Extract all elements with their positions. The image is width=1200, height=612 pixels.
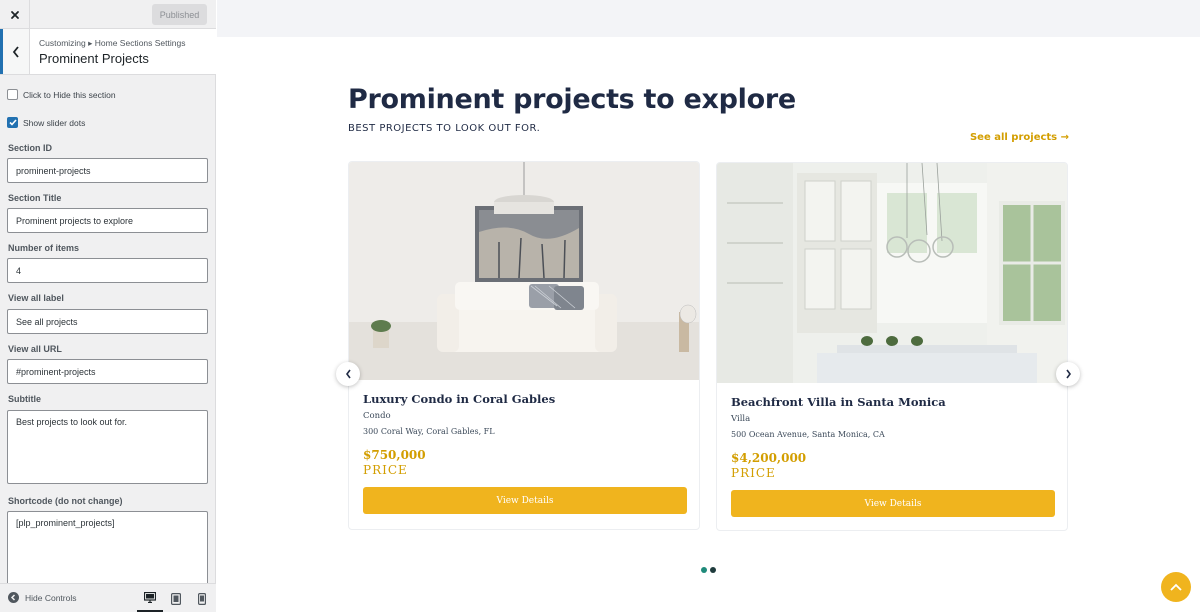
shortcode-textarea[interactable]: [plp_prominent_projects]	[7, 511, 208, 583]
project-image-kitchen	[717, 163, 1067, 383]
section-title-input[interactable]: Prominent projects to explore	[7, 208, 208, 233]
view-details-button[interactable]: View Details	[731, 490, 1055, 517]
project-type: Villa	[731, 414, 751, 424]
hide-section-checkbox[interactable]	[7, 89, 18, 100]
mobile-icon	[198, 592, 206, 605]
desktop-icon	[144, 591, 156, 603]
customizer-topbar: Published	[0, 0, 216, 29]
slider-dot-active[interactable]	[710, 567, 716, 573]
device-mobile-button[interactable]	[189, 584, 215, 612]
view-all-label-label: View all label	[8, 293, 64, 303]
device-tablet-button[interactable]	[163, 584, 189, 612]
slider-dot[interactable]	[701, 567, 707, 573]
project-price: $4,200,000	[731, 451, 807, 465]
section-id-label: Section ID	[8, 143, 53, 153]
preview-header-band	[217, 0, 1200, 37]
number-items-input[interactable]: 4	[7, 258, 208, 283]
project-type: Condo	[363, 411, 391, 421]
close-icon	[10, 10, 19, 19]
slider-dots-label: Show slider dots	[23, 117, 86, 128]
slider-next-button[interactable]	[1056, 362, 1080, 386]
panel-title: Prominent Projects	[39, 51, 149, 66]
section-subtitle: BEST PROJECTS TO LOOK OUT FOR.	[348, 123, 541, 134]
customizer-footer: Hide Controls	[0, 583, 216, 612]
project-name[interactable]: Luxury Condo in Coral Gables	[363, 392, 555, 406]
project-image-living-room	[349, 162, 699, 380]
section-id-input[interactable]: prominent-projects	[7, 158, 208, 183]
subtitle-label: Subtitle	[8, 394, 41, 404]
chevron-left-icon	[345, 369, 351, 379]
chevron-left-icon	[12, 45, 19, 58]
hide-section-label: Click to Hide this section	[23, 89, 116, 100]
price-label: PRICE	[731, 466, 776, 480]
breadcrumb: Customizing ▸ Home Sections Settings	[39, 38, 186, 48]
project-address: 500 Ocean Avenue, Santa Monica, CA	[731, 430, 885, 439]
project-price: $750,000	[363, 448, 426, 462]
customizer-app: Published Customizing ▸ Home Sections Se…	[0, 0, 1200, 612]
subtitle-textarea[interactable]: Best projects to look out for.	[7, 410, 208, 484]
view-details-button[interactable]: View Details	[363, 487, 687, 514]
see-all-projects-link[interactable]: See all projects →	[970, 132, 1069, 143]
publish-button[interactable]: Published	[152, 4, 207, 25]
price-label: PRICE	[363, 463, 408, 477]
section-title-label: Section Title	[8, 193, 62, 203]
close-customizer-button[interactable]	[0, 0, 30, 29]
slider-dots-control[interactable]: Show slider dots	[7, 117, 85, 128]
project-card: Beachfront Villa in Santa Monica Villa 5…	[716, 162, 1068, 531]
site-preview: Prominent projects to explore BEST PROJE…	[217, 0, 1200, 612]
slider-dots	[701, 567, 716, 573]
living-room-photo	[349, 162, 699, 380]
collapse-icon	[8, 592, 19, 603]
view-all-label-input[interactable]: See all projects	[7, 309, 208, 334]
view-all-url-label: View all URL	[8, 344, 62, 354]
kitchen-photo	[717, 163, 1067, 383]
customizer-sidebar: Published Customizing ▸ Home Sections Se…	[0, 0, 216, 612]
section-header: Customizing ▸ Home Sections Settings Pro…	[0, 29, 216, 75]
slider-dots-checkbox[interactable]	[7, 117, 18, 128]
hide-controls-label: Hide Controls	[25, 592, 77, 603]
hide-section-control[interactable]: Click to Hide this section	[7, 89, 116, 100]
shortcode-label: Shortcode (do not change)	[8, 496, 123, 506]
scroll-to-top-button[interactable]	[1161, 572, 1191, 602]
controls-panel: Click to Hide this section Show slider d…	[0, 75, 216, 583]
chevron-right-icon	[1065, 369, 1071, 379]
project-name[interactable]: Beachfront Villa in Santa Monica	[731, 395, 946, 409]
chevron-up-icon	[1170, 583, 1182, 591]
number-items-label: Number of items	[8, 243, 80, 253]
view-all-url-input[interactable]: #prominent-projects	[7, 359, 208, 384]
section-title: Prominent projects to explore	[348, 84, 796, 115]
device-desktop-button[interactable]	[137, 584, 163, 612]
checkmark-icon	[8, 119, 17, 126]
back-button[interactable]	[0, 29, 30, 74]
slider-prev-button[interactable]	[336, 362, 360, 386]
hide-controls-button[interactable]: Hide Controls	[8, 592, 77, 603]
project-address: 300 Coral Way, Coral Gables, FL	[363, 427, 495, 436]
tablet-icon	[171, 592, 181, 605]
project-card: Luxury Condo in Coral Gables Condo 300 C…	[348, 161, 700, 530]
